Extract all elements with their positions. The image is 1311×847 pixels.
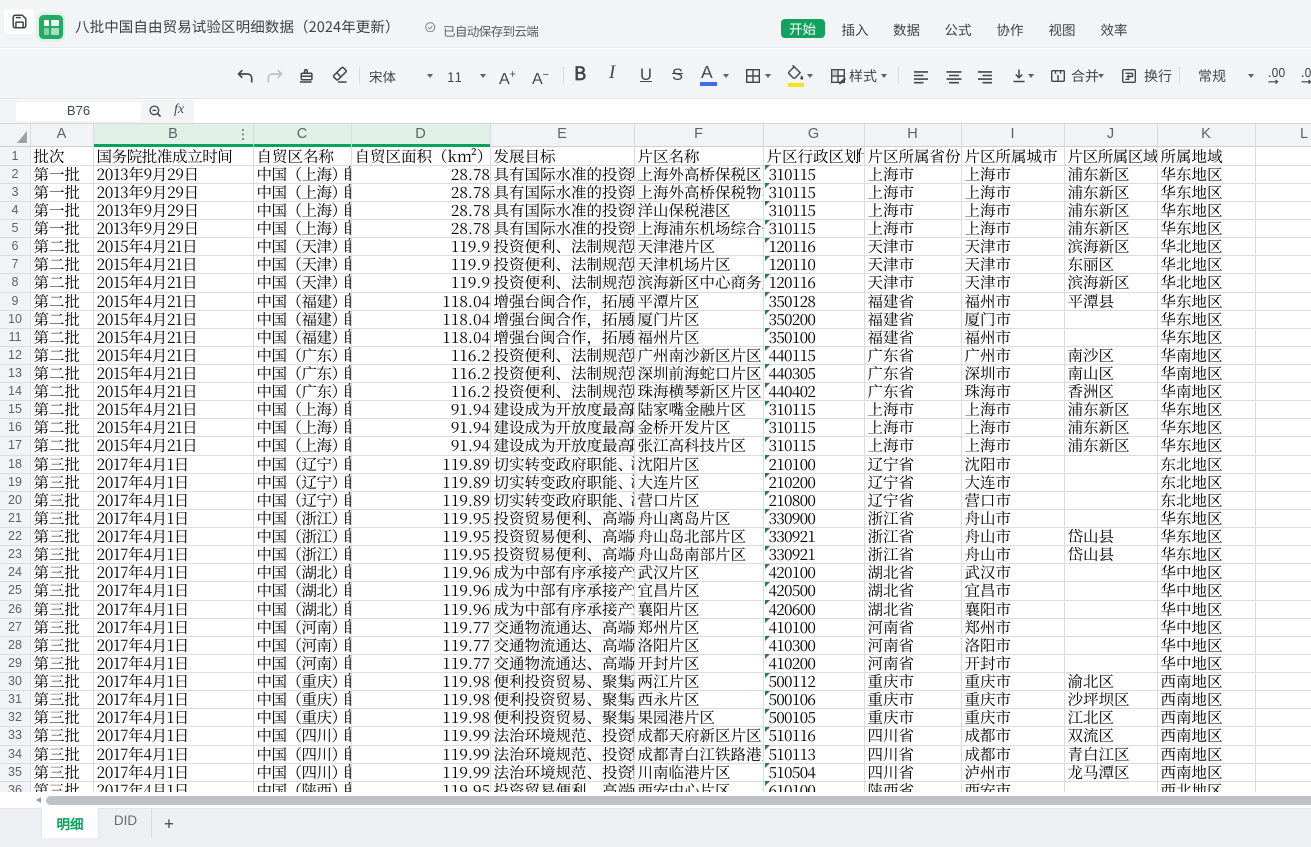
svg-text:环: 环 [631, 256, 635, 273]
svg-text:自: 自 [342, 347, 351, 364]
svg-text:的: 的 [631, 437, 635, 454]
svg-text:自: 自 [342, 673, 351, 690]
svg-text:自: 自 [342, 601, 351, 618]
svg-text:产: 产 [631, 655, 635, 672]
svg-text:两: 两 [631, 293, 635, 310]
svg-text:环: 环 [631, 166, 635, 183]
svg-text:环: 环 [631, 347, 635, 364]
svg-text:深: 深 [631, 456, 635, 473]
svg-text:自: 自 [342, 293, 351, 310]
svg-text:自: 自 [342, 637, 351, 654]
svg-text:代: 代 [856, 148, 864, 165]
svg-text:贸: 贸 [631, 764, 635, 781]
svg-text:自: 自 [342, 437, 351, 454]
svg-text:产: 产 [631, 546, 635, 563]
svg-text:环: 环 [631, 220, 635, 237]
svg-text:自: 自 [342, 691, 351, 708]
svg-text:自: 自 [342, 582, 351, 599]
svg-text:业: 业 [631, 582, 635, 599]
svg-text:自: 自 [342, 202, 351, 219]
svg-text:的: 的 [631, 401, 635, 418]
svg-text:两: 两 [631, 329, 635, 346]
svg-text:自: 自 [342, 546, 351, 563]
svg-text:自: 自 [342, 492, 351, 509]
svg-text:的: 的 [631, 419, 635, 436]
svg-text:自: 自 [342, 401, 351, 418]
svg-text:高: 高 [631, 691, 635, 708]
svg-text:自: 自 [342, 510, 351, 527]
svg-text:自: 自 [342, 419, 351, 436]
svg-text:自: 自 [342, 564, 351, 581]
svg-text:贸: 贸 [631, 746, 635, 763]
svg-text:自: 自 [342, 619, 351, 636]
svg-text:自: 自 [342, 456, 351, 473]
svg-text:业: 业 [631, 564, 635, 581]
svg-text:高: 高 [631, 673, 635, 690]
svg-text:自: 自 [342, 727, 351, 744]
svg-text:自: 自 [342, 220, 351, 237]
svg-text:产: 产 [631, 528, 635, 545]
svg-text:产: 产 [631, 619, 635, 636]
svg-text:环: 环 [631, 184, 635, 201]
svg-text:自: 自 [342, 474, 351, 491]
svg-text:产: 产 [631, 510, 635, 527]
svg-text:自: 自 [342, 311, 351, 328]
svg-text:环: 环 [631, 365, 635, 382]
svg-text:自: 自 [342, 256, 351, 273]
svg-text:贸: 贸 [631, 727, 635, 744]
svg-text:自: 自 [342, 746, 351, 763]
svg-text:自: 自 [342, 764, 351, 781]
svg-text:两: 两 [631, 311, 635, 328]
svg-text:环: 环 [631, 238, 635, 255]
svg-text:业: 业 [631, 601, 635, 618]
svg-text:环: 环 [631, 383, 635, 400]
svg-text:高: 高 [631, 709, 635, 726]
svg-text:自: 自 [342, 238, 351, 255]
svg-text:自: 自 [342, 274, 351, 291]
svg-text:自: 自 [342, 383, 351, 400]
svg-text:自: 自 [342, 528, 351, 545]
svg-text:自: 自 [342, 365, 351, 382]
svg-text:深: 深 [631, 492, 635, 509]
svg-text:自: 自 [342, 709, 351, 726]
svg-text:自: 自 [342, 655, 351, 672]
svg-text:环: 环 [631, 274, 635, 291]
svg-text:自: 自 [342, 329, 351, 346]
svg-text:环: 环 [631, 202, 635, 219]
svg-text:产: 产 [631, 637, 635, 654]
svg-text:深: 深 [631, 474, 635, 491]
svg-text:自: 自 [342, 166, 351, 183]
svg-text:自: 自 [342, 184, 351, 201]
